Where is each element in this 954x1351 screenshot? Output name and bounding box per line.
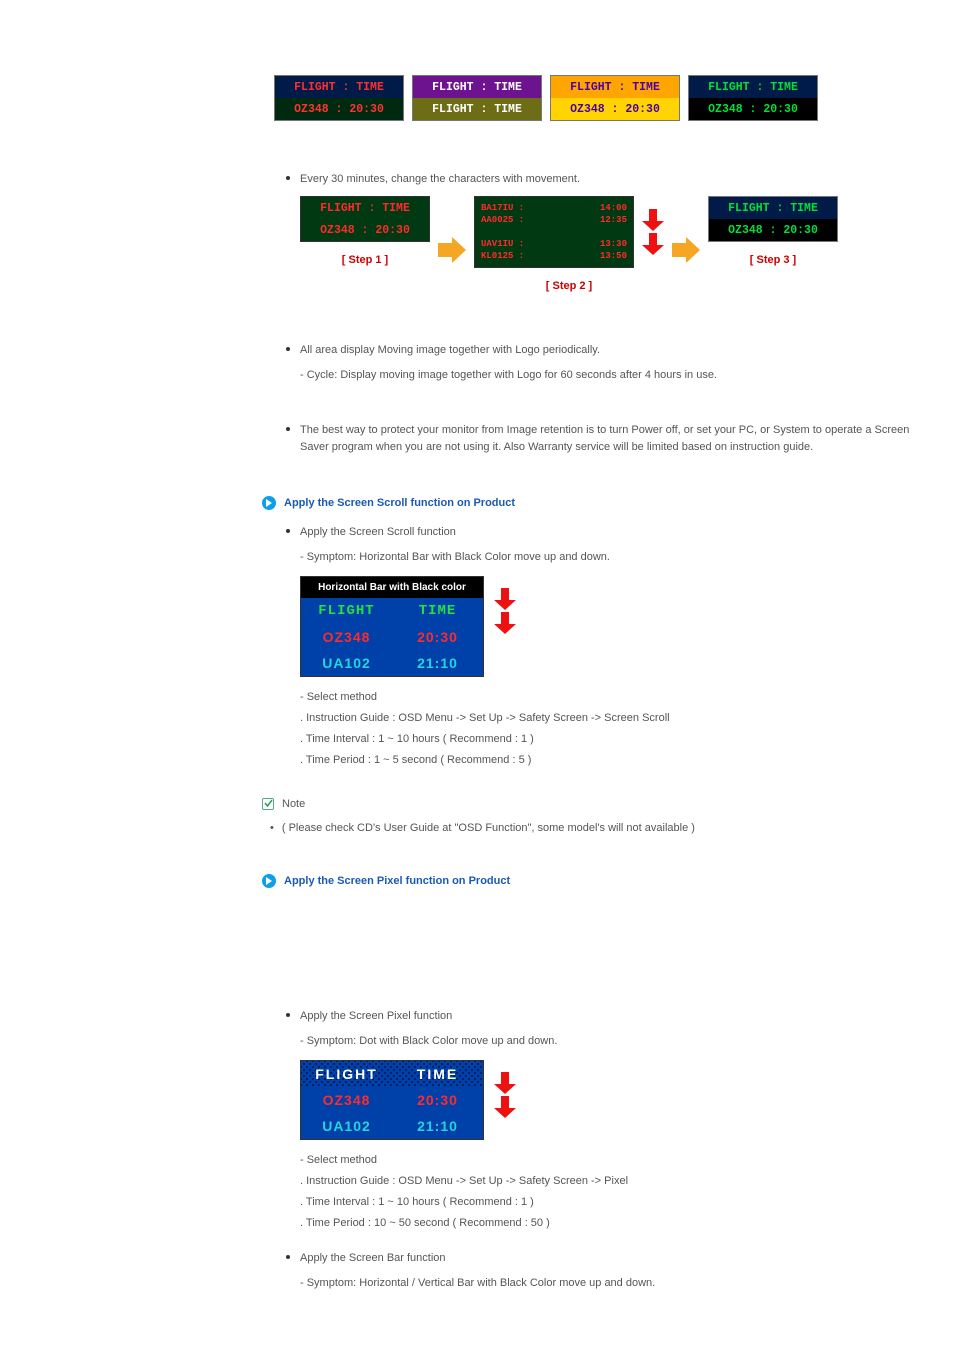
arrow-bullet-icon [262, 874, 276, 888]
arrow-right-icon [438, 237, 466, 263]
step-label: [ Step 2 ] [546, 280, 592, 292]
screen-pixel-illustration: FLIGHT TIME OZ348 20:30 UA102 21:10 [300, 1060, 484, 1140]
scroll-method-3: . Time Period : 1 ~ 5 second ( Recommend… [300, 752, 929, 769]
bullet-icon [286, 427, 290, 431]
theme-card-4: FLIGHT : TIME OZ348 : 20:30 [688, 75, 818, 121]
table-head-flight: FLIGHT [301, 598, 392, 624]
pixel-select-method: - Select method [300, 1152, 929, 1169]
pixel-method-3: . Time Period : 10 ~ 50 second ( Recomme… [300, 1215, 929, 1232]
arrow-down-icon [494, 588, 516, 610]
illustration-caption: Horizontal Bar with Black color [301, 577, 483, 598]
bullet-apply-scroll: Apply the Screen Scroll function [286, 524, 929, 541]
arrow-down-icon [494, 612, 516, 634]
scroll-method-1: . Instruction Guide : OSD Menu -> Set Up… [300, 710, 929, 727]
note-text: •( Please check CD's User Guide at "OSD … [270, 822, 929, 834]
step2-card-scrambled: BA17IU :14:00 AA0025 :12:35 UAV1IU :13:3… [474, 196, 634, 268]
arrow-right-icon [672, 237, 700, 263]
checkbox-icon [262, 798, 274, 810]
theme-card-3: FLIGHT : TIME OZ348 : 20:30 [550, 75, 680, 121]
bullet-apply-bar: Apply the Screen Bar function [286, 1250, 929, 1267]
scroll-select-method: - Select method [300, 689, 929, 706]
note-heading: Note [262, 798, 929, 810]
bullet-icon [286, 176, 290, 180]
section-screen-scroll: Apply the Screen Scroll function on Prod… [262, 496, 929, 510]
screen-scroll-illustration: Horizontal Bar with Black color FLIGHT T… [300, 576, 484, 677]
arrow-down-icon [494, 1096, 516, 1118]
step1-card: FLIGHT : TIME OZ348 : 20:30 [300, 196, 430, 242]
card-body: OZ348 : 20:30 [551, 98, 679, 120]
table-cell: OZ348 [301, 1087, 392, 1113]
card-header: FLIGHT : TIME [689, 76, 817, 98]
table-cell: 20:30 [392, 1087, 483, 1113]
table-cell: UA102 [301, 1113, 392, 1139]
theme-card-1: FLIGHT : TIME OZ348 : 20:30 [274, 75, 404, 121]
arrow-down-icon [494, 1072, 516, 1094]
card-header: FLIGHT : TIME [551, 76, 679, 98]
arrow-bullet-icon [262, 496, 276, 510]
card-header: FLIGHT : TIME [413, 76, 541, 98]
section-screen-pixel: Apply the Screen Pixel function on Produ… [262, 874, 929, 888]
theme-card-2: FLIGHT : TIME FLIGHT : TIME [412, 75, 542, 121]
arrow-down-icon [642, 233, 664, 255]
step-label: [ Step 3 ] [750, 254, 796, 266]
bullet-icon [286, 1255, 290, 1259]
bullet-30min: Every 30 minutes, change the characters … [286, 171, 929, 188]
card-body: FLIGHT : TIME [413, 98, 541, 120]
card-body: OZ348 : 20:30 [689, 98, 817, 120]
step3-card: FLIGHT : TIME OZ348 : 20:30 [708, 196, 838, 242]
table-head-time: TIME [392, 1061, 483, 1087]
pixel-method-2: . Time Interval : 1 ~ 10 hours ( Recomme… [300, 1194, 929, 1211]
bar-symptom: - Symptom: Horizontal / Vertical Bar wit… [300, 1275, 929, 1292]
table-cell: 21:10 [392, 1113, 483, 1139]
table-cell: OZ348 [301, 624, 392, 650]
card-header: FLIGHT : TIME [275, 76, 403, 98]
table-head-time: TIME [392, 598, 483, 624]
pixel-symptom: - Symptom: Dot with Black Color move up … [300, 1033, 929, 1050]
card-body: OZ348 : 20:30 [275, 98, 403, 120]
pixel-method-1: . Instruction Guide : OSD Menu -> Set Up… [300, 1173, 929, 1190]
character-move-steps: FLIGHT : TIME OZ348 : 20:30 [ Step 1 ] B… [300, 196, 929, 292]
scroll-symptom: - Symptom: Horizontal Bar with Black Col… [300, 549, 929, 566]
color-theme-strip: FLIGHT : TIME OZ348 : 20:30 FLIGHT : TIM… [274, 75, 929, 121]
bullet-moving-image-cycle: - Cycle: Display moving image together w… [300, 367, 929, 384]
bullet-icon [286, 1013, 290, 1017]
table-head-flight: FLIGHT [301, 1061, 392, 1087]
scroll-method-2: . Time Interval : 1 ~ 10 hours ( Recomme… [300, 731, 929, 748]
arrow-down-icon [642, 209, 664, 231]
bullet-icon [286, 347, 290, 351]
step-label: [ Step 1 ] [342, 254, 388, 266]
table-cell: 21:10 [392, 650, 483, 676]
table-cell: 20:30 [392, 624, 483, 650]
bullet-icon [286, 529, 290, 533]
bullet-best-way: The best way to protect your monitor fro… [286, 422, 929, 456]
bullet-moving-image: All area display Moving image together w… [286, 342, 929, 359]
table-cell: UA102 [301, 650, 392, 676]
bullet-apply-pixel: Apply the Screen Pixel function [286, 1008, 929, 1025]
